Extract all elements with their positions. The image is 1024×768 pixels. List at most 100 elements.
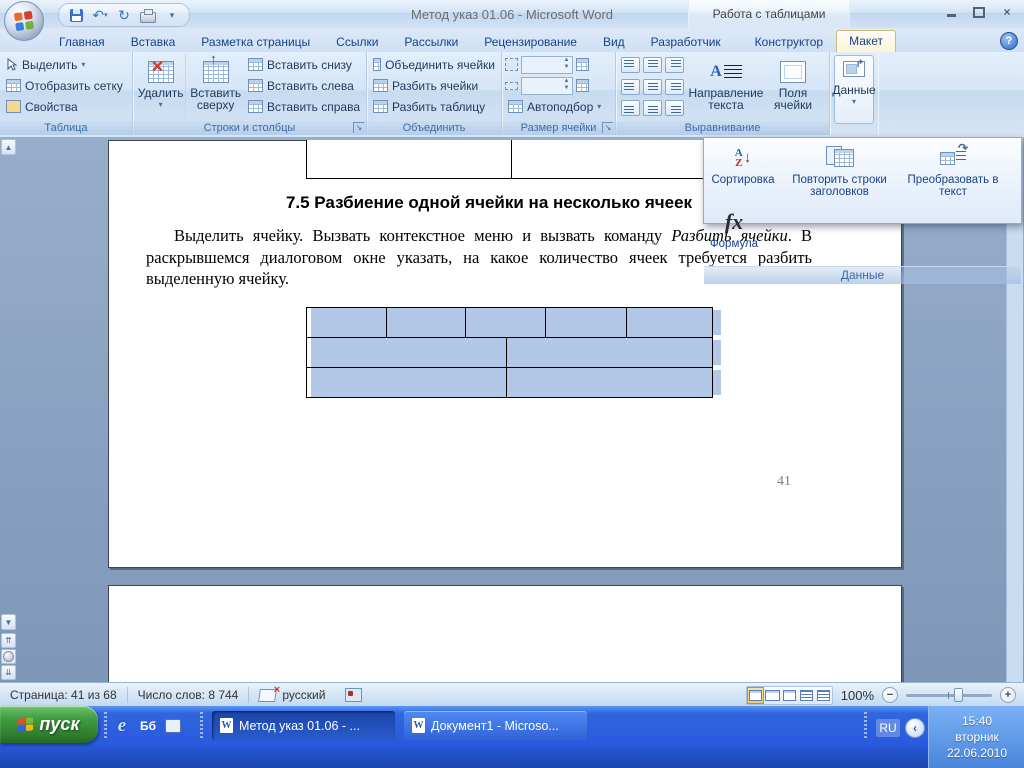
merge-cells-button[interactable]: Объединить ячейки xyxy=(370,54,498,75)
show-desktop-icon[interactable] xyxy=(163,716,183,736)
undo-icon[interactable]: ↶ ▾ xyxy=(91,6,109,24)
tab-developer[interactable]: Разработчик xyxy=(638,31,734,52)
row-height-field[interactable]: ▲ ▼ xyxy=(521,55,573,74)
select-button[interactable]: Выделить ▾ xyxy=(3,54,129,75)
table-properties-button[interactable]: Свойства xyxy=(3,96,129,117)
page-number: 41 xyxy=(777,474,791,489)
word-count[interactable]: Число слов: 8 744 xyxy=(128,687,250,703)
cell-size-dialog-launcher[interactable]: ↘ xyxy=(602,122,613,133)
align-top-center-button[interactable] xyxy=(643,57,662,73)
web-layout-icon[interactable] xyxy=(781,687,798,704)
column-width-field[interactable]: ▲ ▼ xyxy=(521,76,573,95)
insert-above-button[interactable]: ↑ Вставить сверху xyxy=(185,52,245,119)
table-cell[interactable] xyxy=(546,308,627,337)
formula-button[interactable]: fx Формула xyxy=(704,202,764,266)
outline-view-icon[interactable] xyxy=(798,687,815,704)
tab-page-layout[interactable]: Разметка страницы xyxy=(188,31,323,52)
align-bottom-right-button[interactable] xyxy=(665,100,684,117)
tab-layout[interactable]: Макет xyxy=(836,30,897,52)
tab-design[interactable]: Конструктор xyxy=(742,31,836,52)
language-bar[interactable]: RU xyxy=(876,719,900,737)
align-top-left-button[interactable] xyxy=(621,57,640,73)
full-screen-reading-icon[interactable] xyxy=(764,687,781,704)
tab-home[interactable]: Главная xyxy=(46,31,118,52)
table-cell[interactable] xyxy=(307,338,507,367)
distribute-rows-icon[interactable] xyxy=(576,58,589,71)
save-icon[interactable] xyxy=(67,6,85,24)
align-center-right-button[interactable] xyxy=(665,78,684,95)
close-button[interactable]: × xyxy=(1000,5,1014,19)
proofing-status[interactable]: × русский xyxy=(249,684,335,703)
scroll-down-icon[interactable]: ▼ xyxy=(1,614,16,630)
help-icon[interactable]: ? xyxy=(1000,32,1018,50)
punto-switcher-icon[interactable]: Бб xyxy=(138,716,158,736)
select-browse-object-icon[interactable] xyxy=(1,649,16,664)
text-direction-button[interactable]: A Направление текста xyxy=(688,54,764,119)
print-layout-view-icon[interactable] xyxy=(746,686,764,704)
ribbon: Выделить ▾ Отобразить сетку Свойства Табл… xyxy=(0,52,1024,138)
convert-to-text-button[interactable]: ↷ Преобразовать в текст xyxy=(897,138,1009,202)
tray-clock[interactable]: 15:40 вторник 22.06.2010 xyxy=(928,706,1024,768)
scroll-up-icon[interactable]: ▲ xyxy=(1,139,16,155)
autofit-button[interactable]: Автоподбор ▾ xyxy=(505,96,612,117)
rows-columns-dialog-launcher[interactable]: ↘ xyxy=(353,122,364,133)
start-button[interactable]: пуск xyxy=(0,706,98,743)
insert-below-button[interactable]: Вставить снизу xyxy=(245,54,363,75)
table-cell[interactable] xyxy=(466,308,546,337)
cell-margins-icon xyxy=(780,57,806,87)
previous-page-icon[interactable]: ⇈ xyxy=(1,633,16,648)
align-bottom-center-button[interactable] xyxy=(643,100,662,117)
zoom-slider[interactable] xyxy=(906,687,992,702)
next-page-icon[interactable]: ⇊ xyxy=(1,665,16,680)
taskbar-item-current-document[interactable]: W Метод указ 01.06 - ... xyxy=(212,711,395,740)
split-table-icon xyxy=(373,100,388,113)
align-bottom-left-button[interactable] xyxy=(621,100,640,117)
align-top-right-button[interactable] xyxy=(665,57,684,73)
delete-button[interactable]: × Удалить ▾ xyxy=(136,54,185,119)
zoom-out-icon[interactable]: − xyxy=(882,687,898,703)
tab-references[interactable]: Ссылки xyxy=(323,31,391,52)
internet-explorer-icon[interactable]: e xyxy=(112,715,132,736)
data-menu-button[interactable]: Данные ▾ xyxy=(832,55,876,124)
draft-view-icon[interactable] xyxy=(815,687,832,704)
clock-weekday: вторник xyxy=(955,730,999,744)
taskbar-item-document1[interactable]: W Документ1 - Microso... xyxy=(404,711,587,740)
tab-insert[interactable]: Вставка xyxy=(118,31,189,52)
table-cell[interactable] xyxy=(507,338,712,367)
macro-record-icon[interactable] xyxy=(345,688,363,702)
zoom-level[interactable]: 100% xyxy=(841,688,874,703)
align-center-left-button[interactable] xyxy=(621,78,640,95)
table-cell[interactable] xyxy=(507,368,712,397)
table-cell[interactable] xyxy=(307,368,507,397)
view-gridlines-button[interactable]: Отобразить сетку xyxy=(3,75,129,96)
distribute-columns-icon[interactable] xyxy=(576,79,589,92)
zoom-slider-thumb[interactable] xyxy=(954,687,963,702)
table-cell[interactable] xyxy=(627,308,712,337)
repeat-header-rows-button[interactable]: Повторить строки заголовков xyxy=(782,138,897,202)
tab-mailings[interactable]: Рассылки xyxy=(391,31,471,52)
language-indicator[interactable]: русский xyxy=(282,688,325,702)
selected-table xyxy=(306,307,713,398)
group-label-rows-columns: Строки и столбцы xyxy=(133,121,366,135)
page-indicator[interactable]: Страница: 41 из 68 xyxy=(0,687,128,703)
sort-button[interactable]: A Z ↓ Сортировка xyxy=(704,138,782,202)
cell-margins-button[interactable]: Поля ячейки xyxy=(764,54,822,119)
split-cells-button[interactable]: Разбить ячейки xyxy=(370,75,498,96)
hide-tray-icons-icon[interactable]: ‹ xyxy=(905,718,925,738)
insert-left-button[interactable]: Вставить слева xyxy=(245,75,363,96)
minimize-button[interactable] xyxy=(944,6,958,18)
insert-right-button[interactable]: Вставить справа xyxy=(245,96,363,117)
office-button[interactable] xyxy=(4,1,44,41)
column-width-icon xyxy=(505,81,518,90)
customize-qat-icon[interactable]: ▾ xyxy=(163,6,181,24)
table-cell[interactable] xyxy=(387,308,466,337)
restore-button[interactable] xyxy=(972,6,986,18)
tab-view[interactable]: Вид xyxy=(590,31,638,52)
table-cell[interactable] xyxy=(307,308,387,337)
print-icon[interactable] xyxy=(139,6,157,24)
tab-review[interactable]: Рецензирование xyxy=(471,31,590,52)
zoom-in-icon[interactable]: + xyxy=(1000,687,1016,703)
split-table-button[interactable]: Разбить таблицу xyxy=(370,96,498,117)
align-center-button[interactable] xyxy=(643,78,662,95)
redo-icon[interactable]: ↻ xyxy=(115,6,133,24)
